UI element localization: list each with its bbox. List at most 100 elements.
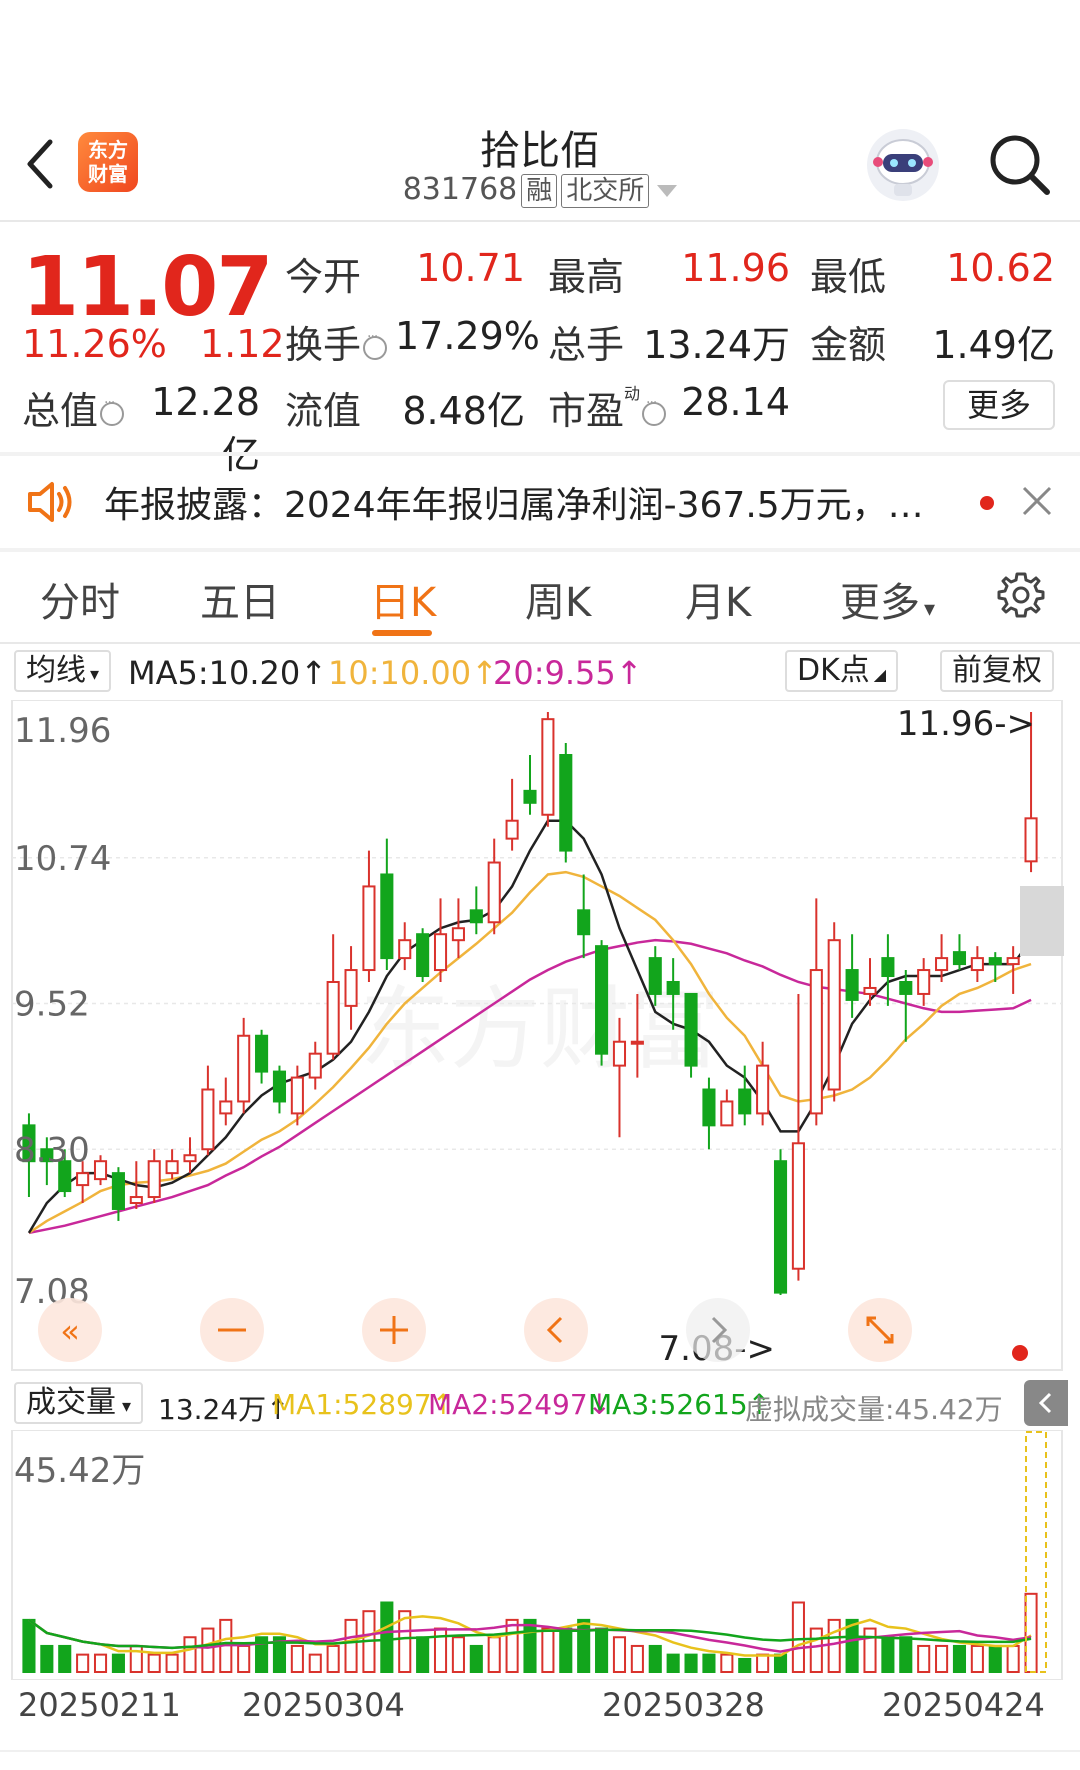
rewind-button[interactable]: « (38, 1298, 102, 1362)
high-value: 11.96 (681, 246, 790, 290)
tab-monthly-k[interactable]: 月K (685, 570, 751, 628)
info-icon[interactable] (363, 329, 388, 360)
candle-body (935, 957, 949, 972)
volume-bar (881, 1636, 895, 1673)
volume-bar (1024, 1592, 1038, 1673)
zoom-out-button[interactable] (200, 1298, 264, 1362)
candle-body (917, 969, 931, 995)
speaker-icon (28, 482, 72, 522)
volume-select[interactable]: 成交量 ▾ (14, 1382, 144, 1424)
volume-bar (773, 1653, 788, 1674)
volume-bar (326, 1644, 340, 1673)
candle-body (380, 873, 394, 960)
candle-body (845, 969, 859, 1001)
chevron-down-icon[interactable] (657, 184, 678, 197)
kline-chart[interactable]: 东方财富 11.9610.749.528.307.08 11.96-> 7.08… (0, 700, 1080, 1380)
bottom-divider (0, 1750, 1080, 1752)
dk-point-select[interactable]: DK点 ◢ (785, 650, 899, 692)
candle-body (451, 927, 465, 942)
active-tab-underline (372, 630, 432, 636)
zoom-in-button[interactable] (362, 1298, 426, 1362)
ma20-value: 20:9.55↑ (493, 654, 643, 692)
candle-body (738, 1088, 752, 1115)
tab-weekly-k[interactable]: 周K (525, 570, 591, 628)
scroll-right-button[interactable] (686, 1298, 750, 1362)
scroll-left-button[interactable] (524, 1298, 588, 1362)
announcement-bar[interactable]: 年报披露：2024年年报归属净利润-367.5万元，同比... (0, 456, 1080, 548)
tab-more[interactable]: 更多 ▾ (840, 570, 935, 628)
candle-body (129, 1196, 143, 1205)
candle-body (290, 1076, 304, 1115)
exchange-tag: 北交所 (561, 174, 650, 208)
search-icon[interactable] (985, 130, 1055, 200)
volume-value: 13.24万↑ (158, 1393, 290, 1426)
scroll-handle[interactable] (1020, 886, 1064, 956)
candle-body (881, 957, 895, 978)
candle-body (756, 1064, 770, 1115)
volume-max-label: 45.42万 (14, 1451, 145, 1491)
tab-daily-k[interactable]: 日K (370, 570, 436, 628)
candle-body (76, 1172, 90, 1187)
ma-select[interactable]: 均线 ▾ (14, 650, 112, 692)
candle-body (398, 939, 412, 960)
volume-bar (451, 1636, 465, 1673)
y-axis-label: 9.52 (14, 985, 90, 1025)
volume-indicator-bar: 成交量 ▾ 13.24万↑ MA1:52897↑ MA2:52497↓ MA3:5… (0, 1380, 1080, 1430)
volume-bar (720, 1653, 734, 1674)
tab-five-day[interactable]: 五日 (200, 570, 280, 628)
volume-bar (541, 1627, 555, 1674)
svg-text:«: « (60, 1312, 80, 1350)
candle-body (255, 1034, 269, 1073)
gear-icon[interactable] (996, 570, 1046, 620)
tabs-divider (0, 642, 1080, 644)
volume-chart[interactable]: 45.42万 (0, 1430, 1080, 1680)
volume-bar (827, 1618, 841, 1673)
unread-dot (980, 496, 994, 510)
top-bar: 东方 财富 拾比佰 831768 融北交所 (0, 110, 1080, 222)
margin-tag: 融 (521, 174, 558, 208)
float-label: 流值 (285, 389, 362, 433)
volume-bar (899, 1636, 913, 1673)
candle-body (827, 939, 841, 1091)
ma10-value: 10:10.00↑ (328, 654, 498, 692)
announcement-text[interactable]: 年报披露：2024年年报归属净利润-367.5万元，同比... (104, 476, 944, 528)
fullscreen-button[interactable] (848, 1298, 912, 1362)
volume-bar (970, 1644, 984, 1673)
live-indicator-dot (1012, 1345, 1028, 1361)
robot-assistant-icon[interactable] (864, 126, 942, 204)
more-quote-button[interactable]: 更多 (943, 380, 1055, 430)
volume-bar (487, 1636, 501, 1673)
low-label: 最低 (810, 255, 887, 299)
candle-body (684, 992, 698, 1067)
volume-bar (505, 1618, 519, 1673)
vol-ma3: MA3:52615↑ (588, 1388, 772, 1421)
volume-bar (183, 1636, 197, 1673)
info-icon[interactable] (100, 395, 125, 426)
volume-label: 总手 (548, 323, 625, 367)
adjust-select[interactable]: 前复权 (940, 650, 1054, 692)
quote-panel: 11.07 11.26% 1.12 今开 10.71 最高 11.96 最低 1… (0, 230, 1080, 477)
float-value: 8.48亿 (402, 389, 525, 433)
volume-bar (147, 1653, 161, 1674)
close-icon[interactable] (1018, 482, 1056, 520)
candle-body (308, 1052, 322, 1079)
info-icon[interactable] (642, 395, 667, 426)
collapse-panel-button[interactable] (1024, 1380, 1068, 1426)
y-axis-label: 11.96 (14, 711, 111, 751)
volume-bar (237, 1644, 251, 1673)
candle-body (487, 861, 501, 924)
volume-bar (93, 1653, 108, 1674)
volume-bar (22, 1618, 36, 1673)
tab-intraday[interactable]: 分时 (40, 570, 120, 628)
volume-bar (684, 1653, 698, 1674)
candle-body (165, 1160, 179, 1175)
candle-body (147, 1160, 161, 1199)
candle-body (630, 1040, 644, 1045)
candle-body (612, 1040, 627, 1067)
volume-bar (344, 1618, 358, 1673)
candle-body (952, 951, 967, 966)
volume-bar (380, 1601, 394, 1673)
candle-body (899, 980, 913, 995)
candle-body (666, 980, 680, 995)
y-axis-label: 10.74 (14, 839, 111, 879)
